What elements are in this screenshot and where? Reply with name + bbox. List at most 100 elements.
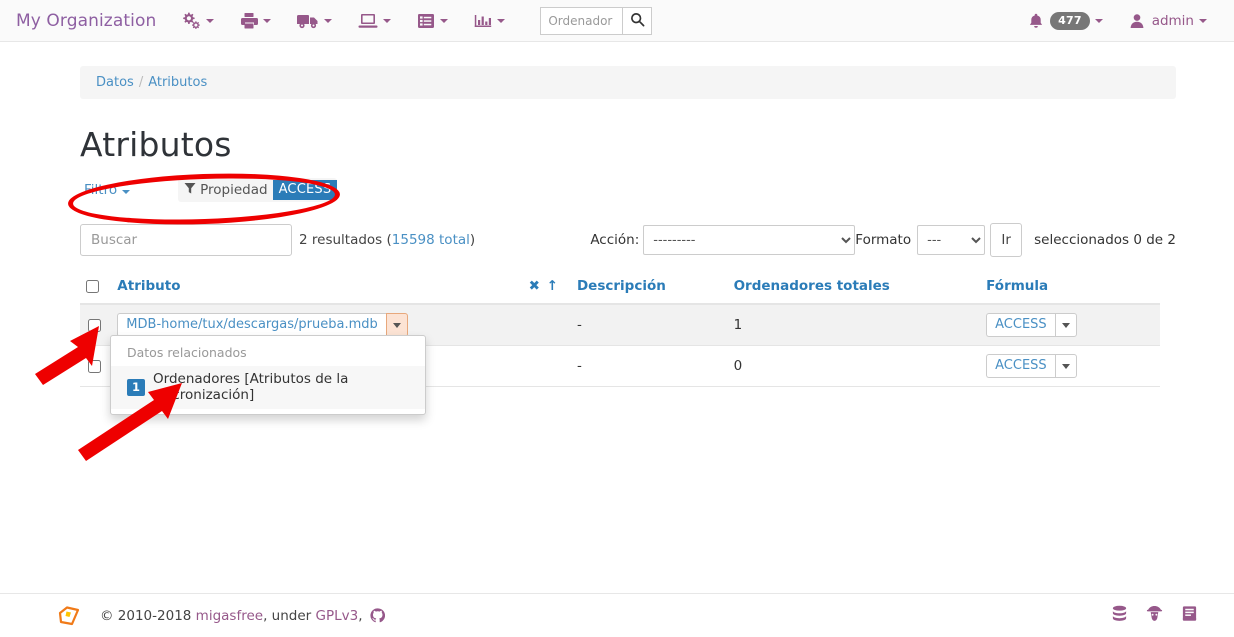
formula-dropdown-toggle[interactable] [1054, 313, 1077, 337]
filter-toggle-label: Filtro [84, 182, 118, 198]
configuration-menu[interactable] [168, 0, 227, 42]
related-data-dropdown: Datos relacionados 1 Ordenadores [Atribu… [110, 335, 426, 415]
format-label: Formato [855, 232, 912, 248]
attribute-link[interactable]: MDB-home/tux/descargas/prueba.mdb [117, 313, 386, 337]
navbar-right: 477 admin [1016, 0, 1220, 42]
page-title: Atributos [80, 125, 232, 164]
formula-split-button[interactable]: ACCESS [986, 354, 1077, 378]
dropdown-item-label: Ordenadores [Atributos de la sincronizac… [153, 371, 349, 403]
sort-controls[interactable]: ✖ ↑ [529, 278, 559, 294]
truck-icon [297, 13, 319, 29]
filter-chip-value: ACCESS [272, 180, 338, 200]
select-all-checkbox[interactable] [86, 279, 99, 293]
column-header-attribute-label: Atributo [117, 278, 181, 294]
row-checkbox[interactable] [88, 359, 101, 373]
computers-menu[interactable] [345, 0, 404, 42]
notifications-menu[interactable]: 477 [1016, 0, 1116, 42]
column-header-total-computers[interactable]: Ordenadores totales [725, 272, 979, 305]
formula-link[interactable]: ACCESS [986, 313, 1055, 337]
chevron-down-icon [206, 18, 215, 23]
footer-project-link[interactable]: migasfree [196, 608, 263, 624]
cogs-icon [181, 12, 201, 29]
breadcrumb: Datos / Atributos [80, 66, 1176, 99]
username-label: admin [1151, 12, 1194, 29]
page-footer: © 2010-2018 migasfree, under GPLv3, [0, 593, 1234, 637]
go-button[interactable]: Ir [990, 223, 1023, 257]
sort-asc-icon[interactable]: ↑ [547, 278, 559, 294]
action-select[interactable]: --------- [643, 225, 856, 255]
search-icon [630, 12, 645, 30]
release-menu[interactable] [284, 0, 345, 42]
dropdown-item-badge: 1 [127, 378, 146, 396]
formula-link[interactable]: ACCESS [986, 354, 1055, 378]
row-select-cell [80, 304, 110, 346]
footer-text: © 2010-2018 migasfree, under GPLv3, [100, 608, 363, 624]
formula-dropdown-toggle[interactable] [1054, 354, 1077, 378]
chevron-down-icon [440, 18, 449, 23]
detective-icon[interactable] [1146, 605, 1163, 626]
row-formula-cell: ACCESS [978, 304, 1160, 346]
book-icon[interactable] [1181, 605, 1198, 626]
stats-menu[interactable] [461, 0, 518, 42]
footer-icon-links [1111, 605, 1198, 626]
table-toolbar: 2 resultados (15598 total) Acción: -----… [80, 222, 1176, 258]
row-description-cell: - [568, 345, 726, 387]
chevron-down-icon [383, 18, 392, 23]
search-input[interactable] [540, 6, 623, 35]
select-all-header [80, 272, 110, 305]
deployments-menu[interactable] [227, 0, 284, 42]
data-menu[interactable] [404, 0, 461, 42]
table-header-row: Atributo ✖ ↑ Descripción Ordenadores tot… [80, 272, 1160, 305]
active-filter-chip[interactable]: Propiedad ACCESS [178, 178, 338, 202]
dropdown-header: Datos relacionados [127, 345, 247, 360]
search-filter-input[interactable] [80, 224, 292, 256]
filter-row: Filtro Propiedad ACCESS [80, 176, 1176, 204]
row-checkbox[interactable] [88, 318, 101, 332]
database-icon[interactable] [1111, 605, 1128, 626]
dropdown-item-ordenadores[interactable]: 1 Ordenadores [Atributos de la sincroniz… [111, 366, 425, 409]
footer-license-link[interactable]: GPLv3 [316, 608, 359, 624]
chevron-down-icon [392, 322, 401, 328]
top-navbar: My Organization Ordenador 477 admin [0, 0, 1234, 42]
user-icon [1129, 13, 1145, 29]
action-label: Acción: [590, 232, 640, 248]
footer-license-suffix: , [358, 607, 363, 624]
user-menu[interactable]: admin [1116, 0, 1220, 42]
sort-clear-icon[interactable]: ✖ [529, 278, 541, 294]
table-head: Atributo ✖ ↑ Descripción Ordenadores tot… [80, 272, 1160, 305]
nav-menu-group [168, 0, 518, 42]
navbar-search [540, 6, 653, 35]
brand-title[interactable]: My Organization [10, 11, 168, 31]
row-description-cell: - [568, 304, 726, 346]
filter-toggle[interactable]: Filtro [80, 180, 134, 200]
attribute-dropdown-toggle[interactable] [385, 313, 408, 337]
chevron-down-icon [497, 18, 506, 23]
formula-split-button[interactable]: ACCESS [986, 313, 1077, 337]
result-total-link[interactable]: 15598 total [392, 232, 470, 248]
footer-copyright: © 2010-2018 [100, 607, 196, 624]
print-icon [240, 12, 259, 29]
format-select[interactable]: --- [917, 225, 986, 255]
notification-count-badge: 477 [1050, 11, 1090, 30]
column-header-description[interactable]: Descripción [568, 272, 726, 305]
row-total-computers-cell: 1 [725, 304, 979, 346]
footer-license-prefix: , under [263, 607, 316, 624]
selection-count: seleccionados 0 de 2 [1034, 232, 1176, 248]
result-count-text: 2 resultados ( [299, 232, 392, 248]
column-header-attribute[interactable]: Atributo ✖ ↑ [109, 272, 569, 305]
column-header-formula[interactable]: Fórmula [978, 272, 1160, 305]
breadcrumb-item-datos[interactable]: Datos [96, 75, 134, 90]
chevron-down-icon [1094, 18, 1103, 23]
filter-icon [184, 182, 196, 199]
search-button[interactable] [622, 6, 653, 35]
desktop-icon [358, 13, 378, 29]
result-count-suffix: ) [469, 232, 476, 248]
row-select-cell [80, 345, 110, 387]
chevron-down-icon [1061, 322, 1070, 328]
bar-chart-icon [474, 13, 492, 29]
breadcrumb-item-atributos[interactable]: Atributos [148, 75, 207, 90]
github-icon[interactable] [369, 608, 385, 623]
attribute-split-button[interactable]: MDB-home/tux/descargas/prueba.mdb [117, 313, 408, 337]
action-group: Acción: --------- Formato --- Ir selecci… [590, 223, 1176, 257]
migasfree-logo-icon [58, 605, 80, 626]
